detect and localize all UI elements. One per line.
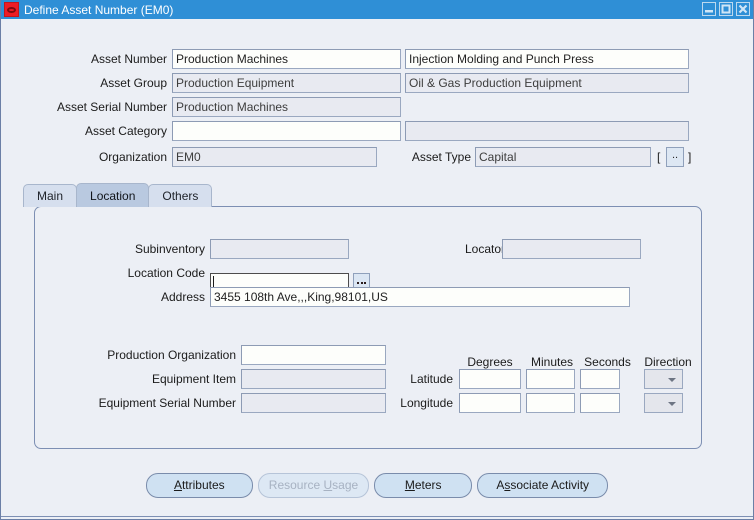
asset-header-block: Asset Number Asset Group Asset Serial Nu…	[1, 19, 753, 173]
asset-number-description-input[interactable]	[405, 49, 689, 69]
latitude-direction-select[interactable]	[644, 369, 683, 389]
latitude-degrees-input[interactable]	[459, 369, 521, 389]
organization-label: Organization	[98, 150, 167, 164]
resource-usage-button: Resource Usage	[257, 472, 370, 498]
asset-serial-number-label: Asset Serial Number	[56, 100, 167, 114]
latitude-minutes-input[interactable]	[526, 369, 575, 389]
resource-usage-button-label: Resource Usage	[268, 478, 359, 492]
title-bar: Define Asset Number (EM0)	[1, 0, 753, 19]
longitude-degrees-input[interactable]	[459, 393, 521, 413]
asset-group-description-input[interactable]	[405, 73, 689, 93]
minutes-column-header: Minutes	[530, 355, 574, 369]
close-button[interactable]	[736, 2, 750, 16]
asset-type-label: Asset Type	[411, 150, 471, 164]
asset-category-label: Asset Category	[84, 124, 167, 138]
flexfield-bracket-open: [	[657, 150, 661, 164]
asset-number-label: Asset Number	[90, 52, 167, 66]
meters-button[interactable]: Meters	[374, 472, 473, 498]
asset-group-input[interactable]	[172, 73, 401, 93]
asset-category-input[interactable]	[172, 121, 401, 141]
latitude-label: Latitude	[410, 372, 453, 386]
longitude-direction-select[interactable]	[644, 393, 683, 413]
flexfield-bracket-close: ]	[688, 150, 692, 164]
tab-location[interactable]: Location	[76, 183, 150, 207]
attributes-button-label: Attributes	[173, 478, 225, 492]
asset-number-row: Asset Number	[1, 48, 753, 70]
degrees-column-header: Degrees	[467, 355, 513, 369]
direction-column-header: Direction	[644, 355, 692, 369]
asset-type-input[interactable]	[475, 147, 651, 167]
oracle-logo-icon	[4, 2, 19, 17]
subinventory-label: Subinventory	[134, 242, 205, 256]
window-controls	[702, 2, 750, 16]
equipment-item-label: Equipment Item	[151, 372, 236, 386]
equipment-serial-number-label: Equipment Serial Number	[98, 396, 236, 410]
longitude-seconds-input[interactable]	[580, 393, 620, 413]
location-tab-panel: Subinventory Locator Location Code Addre…	[34, 206, 702, 449]
asset-category-row: Asset Category	[1, 120, 753, 142]
locator-input[interactable]	[502, 239, 641, 259]
chevron-down-icon	[668, 402, 676, 406]
tab-others[interactable]: Others	[148, 184, 213, 207]
location-code-label: Location Code	[127, 266, 205, 280]
asset-category-description-input[interactable]	[405, 121, 689, 141]
subinventory-input[interactable]	[210, 239, 349, 259]
tab-strip: Main Location Others	[23, 183, 213, 207]
longitude-label: Longitude	[400, 396, 453, 410]
chevron-down-icon	[668, 378, 676, 382]
minimize-button[interactable]	[702, 2, 716, 16]
asset-serial-number-input[interactable]	[172, 97, 401, 117]
asset-group-row: Asset Group	[1, 72, 753, 94]
asset-number-input[interactable]	[172, 49, 401, 69]
associate-activity-button-label: Associate Activity	[496, 478, 590, 492]
descriptive-flexfield-button[interactable]: ..	[666, 147, 684, 167]
production-organization-label: Production Organization	[107, 348, 236, 362]
seconds-column-header: Seconds	[584, 355, 631, 369]
status-line	[1, 516, 753, 519]
address-label: Address	[160, 290, 205, 304]
window-title: Define Asset Number (EM0)	[24, 2, 174, 17]
associate-activity-button[interactable]: Associate Activity	[477, 472, 609, 498]
action-button-bar: Attributes Resource Usage Meters Associa…	[1, 470, 753, 500]
application-window: Define Asset Number (EM0) Asset Number A…	[0, 0, 754, 520]
maximize-button[interactable]	[719, 2, 733, 16]
longitude-minutes-input[interactable]	[526, 393, 575, 413]
address-input[interactable]	[210, 287, 630, 307]
asset-serial-number-row: Asset Serial Number	[1, 96, 753, 118]
production-organization-input[interactable]	[241, 345, 386, 365]
asset-group-label: Asset Group	[100, 76, 167, 90]
organization-row: Organization Asset Type [ .. ]	[1, 146, 753, 168]
meters-button-label: Meters	[404, 478, 442, 492]
tab-main[interactable]: Main	[23, 184, 78, 207]
organization-input[interactable]	[172, 147, 377, 167]
latitude-seconds-input[interactable]	[580, 369, 620, 389]
locator-label: Locator	[464, 242, 505, 256]
attributes-button[interactable]: Attributes	[145, 472, 253, 498]
